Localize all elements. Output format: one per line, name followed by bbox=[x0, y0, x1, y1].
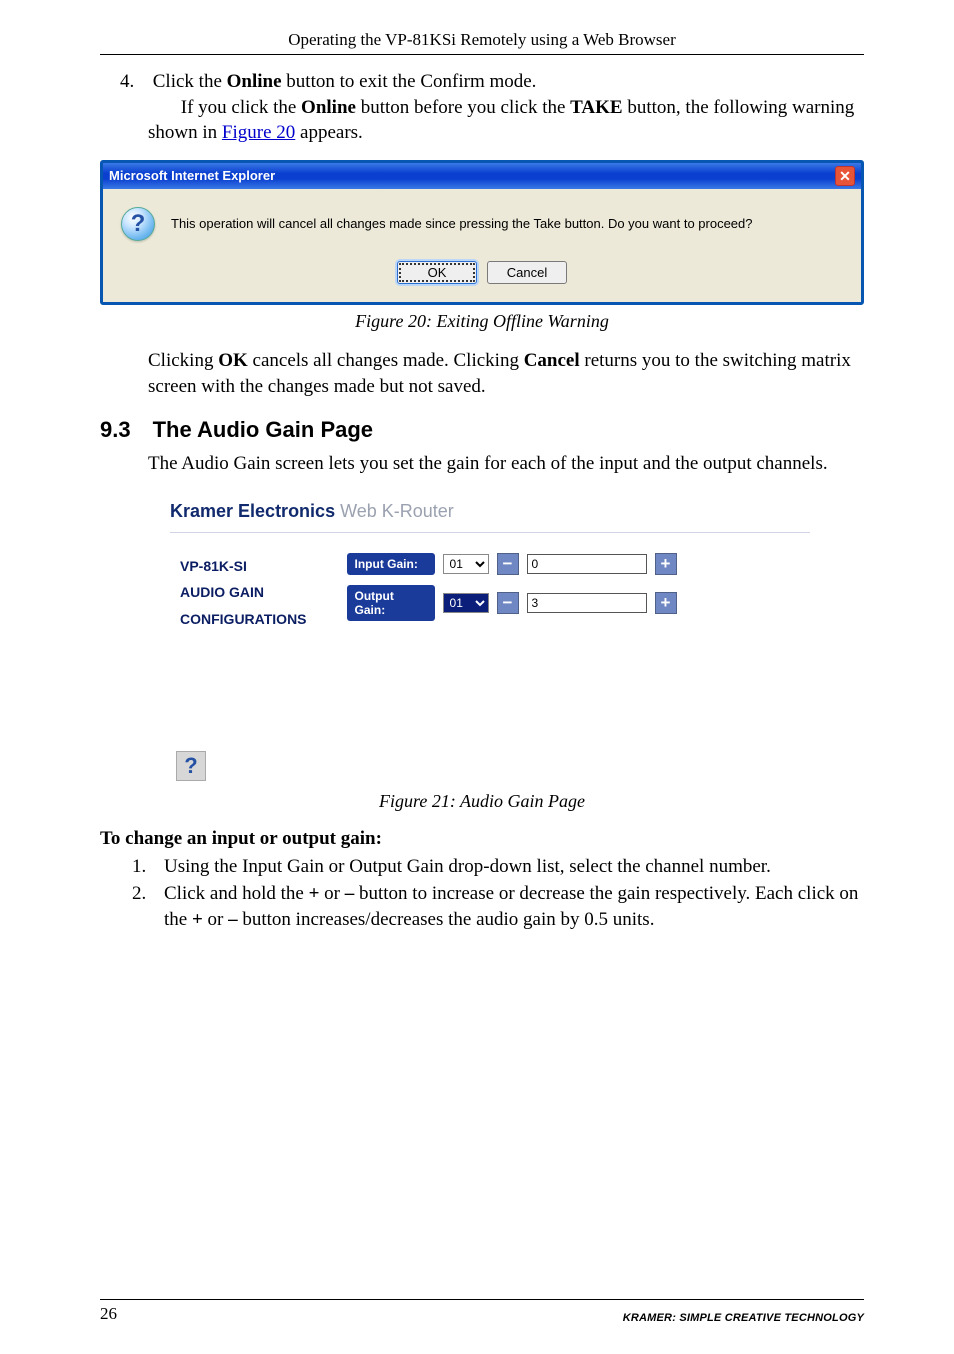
step-2-marker: 2. bbox=[132, 881, 164, 932]
step-1-marker: 1. bbox=[132, 854, 164, 880]
output-gain-label: Output Gain: bbox=[347, 585, 435, 621]
change-step-1: 1. Using the Input Gain or Output Gain d… bbox=[132, 854, 864, 880]
running-header: Operating the VP-81KSi Remotely using a … bbox=[100, 30, 864, 55]
text: appears. bbox=[295, 122, 363, 143]
kramer-subtitle: Web K-Router bbox=[335, 501, 454, 521]
input-gain-row: Input Gain: 01 − + bbox=[347, 553, 677, 575]
minus-bold: – bbox=[345, 883, 355, 904]
footer-brand: KRAMER: SIMPLE CREATIVE TECHNOLOGY bbox=[623, 1312, 864, 1324]
input-gain-plus-button[interactable]: + bbox=[655, 553, 677, 575]
text: Click and hold the bbox=[164, 883, 309, 904]
text: cancels all changes made. Clicking bbox=[248, 350, 524, 371]
text: button before you click the bbox=[356, 97, 570, 118]
step-4-marker: 4. bbox=[120, 69, 148, 95]
step-4-line1: Click the Online button to exit the Conf… bbox=[153, 71, 537, 92]
plus-bold: + bbox=[309, 883, 320, 904]
text: Clicking bbox=[148, 350, 218, 371]
online-bold: Online bbox=[301, 97, 356, 118]
change-gain-steps: 1. Using the Input Gain or Output Gain d… bbox=[132, 854, 864, 933]
step-4: 4. Click the Online button to exit the C… bbox=[148, 69, 864, 146]
change-gain-heading: To change an input or output gain: bbox=[100, 828, 864, 850]
figure-20-link[interactable]: Figure 20 bbox=[222, 122, 295, 143]
ie-dialog: Microsoft Internet Explorer ✕ ? This ope… bbox=[100, 160, 864, 305]
dialog-title-text: Microsoft Internet Explorer bbox=[109, 168, 275, 183]
kramer-sidebar: VP-81K-SI AUDIO GAIN CONFIGURATIONS bbox=[180, 553, 307, 781]
kramer-brand: Kramer Electronics bbox=[170, 501, 335, 521]
online-bold: Online bbox=[227, 71, 282, 92]
audio-gain-screenshot: Kramer Electronics Web K-Router VP-81K-S… bbox=[170, 495, 810, 781]
close-icon[interactable]: ✕ bbox=[835, 166, 855, 186]
ok-button[interactable]: OK bbox=[397, 261, 477, 284]
text: button to exit the Confirm mode. bbox=[282, 71, 537, 92]
plus-bold: + bbox=[192, 909, 203, 930]
gain-form: Input Gain: 01 − + Output Gain: 01 − + bbox=[347, 553, 677, 781]
section-number: 9.3 bbox=[100, 417, 131, 443]
output-gain-plus-button[interactable]: + bbox=[655, 592, 677, 614]
step-4-line2: If you click the Online button before yo… bbox=[148, 97, 854, 144]
minus-bold: – bbox=[228, 909, 238, 930]
ok-bold: OK bbox=[218, 350, 248, 371]
page-footer: 26 KRAMER: SIMPLE CREATIVE TECHNOLOGY bbox=[100, 1299, 864, 1324]
change-step-2: 2. Click and hold the + or – button to i… bbox=[132, 881, 864, 932]
section-9-3-heading: 9.3 The Audio Gain Page bbox=[100, 417, 864, 443]
dialog-message: This operation will cancel all changes m… bbox=[171, 216, 753, 231]
input-gain-label: Input Gain: bbox=[347, 553, 435, 575]
section-intro: The Audio Gain screen lets you set the g… bbox=[148, 451, 864, 477]
cancel-bold: Cancel bbox=[524, 350, 580, 371]
step-1-text: Using the Input Gain or Output Gain drop… bbox=[164, 854, 864, 880]
page-number: 26 bbox=[100, 1304, 117, 1324]
question-icon: ? bbox=[121, 207, 155, 241]
text: or bbox=[319, 883, 344, 904]
text: or bbox=[203, 909, 228, 930]
input-gain-value[interactable] bbox=[527, 554, 647, 574]
text: If you click the bbox=[181, 97, 301, 118]
take-bold: TAKE bbox=[570, 97, 622, 118]
section-title: The Audio Gain Page bbox=[153, 417, 373, 443]
input-gain-minus-button[interactable]: − bbox=[497, 553, 519, 575]
kramer-header: Kramer Electronics Web K-Router bbox=[170, 495, 810, 533]
output-gain-value[interactable] bbox=[527, 593, 647, 613]
figure-20-caption: Figure 20: Exiting Offline Warning bbox=[100, 311, 864, 332]
text: button increases/decreases the audio gai… bbox=[238, 909, 655, 930]
input-gain-select[interactable]: 01 bbox=[443, 554, 489, 574]
figure-21-caption: Figure 21: Audio Gain Page bbox=[100, 791, 864, 812]
text: Click the bbox=[153, 71, 227, 92]
cancel-button[interactable]: Cancel bbox=[487, 261, 567, 284]
after-fig20-paragraph: Clicking OK cancels all changes made. Cl… bbox=[148, 348, 864, 399]
sidebar-item-audio-gain[interactable]: AUDIO GAIN bbox=[180, 579, 307, 606]
help-icon[interactable]: ? bbox=[176, 751, 206, 781]
step-2-text: Click and hold the + or – button to incr… bbox=[164, 881, 864, 932]
output-gain-minus-button[interactable]: − bbox=[497, 592, 519, 614]
sidebar-item-configurations[interactable]: CONFIGURATIONS bbox=[180, 606, 307, 633]
output-gain-select[interactable]: 01 bbox=[443, 593, 489, 613]
sidebar-item-vp81ksi[interactable]: VP-81K-SI bbox=[180, 553, 307, 580]
output-gain-row: Output Gain: 01 − + bbox=[347, 585, 677, 621]
dialog-titlebar: Microsoft Internet Explorer ✕ bbox=[103, 163, 861, 189]
